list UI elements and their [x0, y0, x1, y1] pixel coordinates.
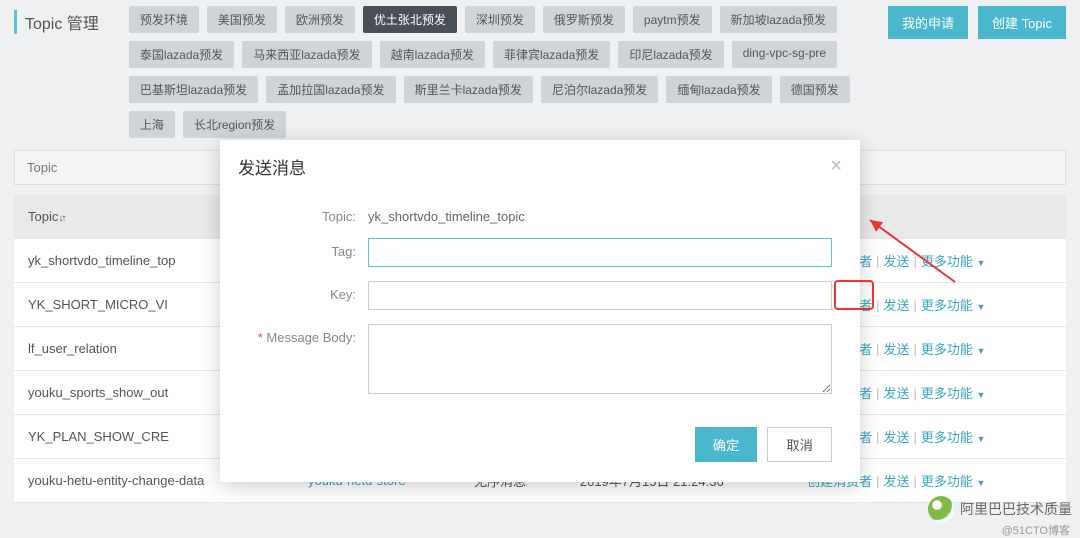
modal-footer: 确定 取消 [220, 427, 860, 482]
key-input[interactable] [368, 281, 832, 310]
cancel-button[interactable]: 取消 [767, 427, 832, 462]
watermark: 阿里巴巴技术质量 [928, 496, 1072, 522]
body-textarea[interactable] [368, 324, 832, 394]
wechat-icon [928, 496, 954, 522]
modal-body: Topic: yk_shortvdo_timeline_topic Tag: K… [220, 193, 860, 427]
close-icon[interactable]: × [830, 155, 842, 178]
ok-button[interactable]: 确定 [695, 427, 758, 462]
tag-input[interactable] [368, 238, 832, 267]
send-message-modal: 发送消息 × Topic: yk_shortvdo_timeline_topic… [220, 140, 860, 482]
label-topic: Topic: [248, 203, 368, 224]
watermark-sub: @51CTO博客 [1002, 522, 1070, 538]
label-tag: Tag: [248, 238, 368, 259]
arrow-annotation [860, 212, 970, 292]
topic-value: yk_shortvdo_timeline_topic [368, 203, 832, 224]
label-key: Key: [248, 281, 368, 302]
modal-title: 发送消息 [238, 154, 306, 179]
modal-header: 发送消息 × [220, 140, 860, 193]
label-body: * Message Body: [248, 324, 368, 345]
